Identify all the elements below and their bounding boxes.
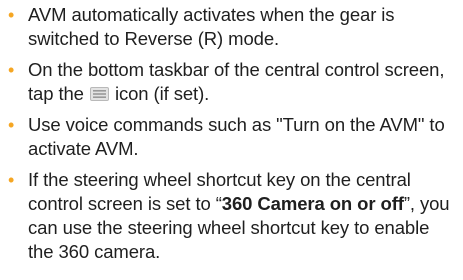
list-item-text-after: icon (if set). [109, 83, 210, 104]
bullet-icon: • [8, 5, 15, 25]
list-item-text: Use voice commands such as "Turn on the … [28, 114, 445, 159]
bullet-icon: • [8, 60, 15, 80]
list-item-steering-shortcut: • If the steering wheel shortcut key on … [7, 168, 455, 264]
taskbar-icon [89, 87, 109, 101]
bullet-icon: • [8, 115, 15, 135]
list-item-text: AVM automatically activates when the gea… [28, 4, 395, 49]
setting-name: 360 Camera on or off [221, 193, 404, 214]
list-item-avm-reverse: • AVM automatically activates when the g… [7, 3, 455, 51]
bullet-list: • AVM automatically activates when the g… [7, 3, 455, 264]
document-page: • AVM automatically activates when the g… [0, 0, 463, 280]
list-item-taskbar: • On the bottom taskbar of the central c… [7, 58, 455, 106]
bullet-icon: • [8, 170, 15, 190]
list-item-voice: • Use voice commands such as "Turn on th… [7, 113, 455, 161]
